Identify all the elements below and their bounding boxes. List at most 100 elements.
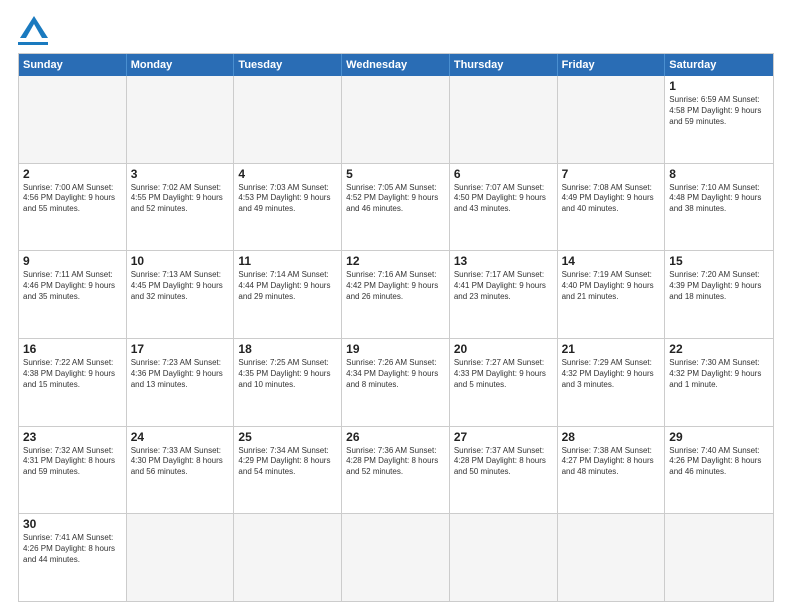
day-number: 13 — [454, 254, 553, 268]
day-number: 8 — [669, 167, 769, 181]
calendar-cell: 25 Sunrise: 7:34 AM Sunset: 4:29 PM Dayli… — [234, 427, 342, 514]
calendar-cell: 17 Sunrise: 7:23 AM Sunset: 4:36 PM Dayli… — [127, 339, 235, 426]
day-number: 9 — [23, 254, 122, 268]
day-info: Sunrise: 7:14 AM Sunset: 4:44 PM Dayligh… — [238, 270, 337, 302]
calendar-cell: 29 Sunrise: 7:40 AM Sunset: 4:26 PM Dayli… — [665, 427, 773, 514]
day-info: Sunrise: 7:33 AM Sunset: 4:30 PM Dayligh… — [131, 446, 230, 478]
calendar-row-2: 9 Sunrise: 7:11 AM Sunset: 4:46 PM Daylig… — [19, 251, 773, 339]
day-info: Sunrise: 7:26 AM Sunset: 4:34 PM Dayligh… — [346, 358, 445, 390]
calendar-cell: 14Sunrise: 7:19 AM Sunset: 4:40 PM Dayli… — [558, 251, 666, 338]
day-number: 19 — [346, 342, 445, 356]
day-number: 18 — [238, 342, 337, 356]
page: SundayMondayTuesdayWednesdayThursdayFrid… — [0, 0, 792, 612]
weekday-header-tuesday: Tuesday — [234, 54, 342, 76]
calendar-cell: 30Sunrise: 7:41 AM Sunset: 4:26 PM Dayli… — [19, 514, 127, 601]
day-info: Sunrise: 7:22 AM Sunset: 4:38 PM Dayligh… — [23, 358, 122, 390]
day-number: 1 — [669, 79, 769, 93]
day-info: Sunrise: 7:25 AM Sunset: 4:35 PM Dayligh… — [238, 358, 337, 390]
calendar-row-0: 1Sunrise: 6:59 AM Sunset: 4:58 PM Daylig… — [19, 76, 773, 164]
calendar-cell: 9 Sunrise: 7:11 AM Sunset: 4:46 PM Daylig… — [19, 251, 127, 338]
weekday-header-wednesday: Wednesday — [342, 54, 450, 76]
calendar-row-3: 16Sunrise: 7:22 AM Sunset: 4:38 PM Dayli… — [19, 339, 773, 427]
calendar-cell: 1Sunrise: 6:59 AM Sunset: 4:58 PM Daylig… — [665, 76, 773, 163]
day-info: Sunrise: 7:07 AM Sunset: 4:50 PM Dayligh… — [454, 183, 553, 215]
calendar-cell — [342, 76, 450, 163]
day-number: 7 — [562, 167, 661, 181]
day-number: 20 — [454, 342, 553, 356]
calendar-cell: 7 Sunrise: 7:08 AM Sunset: 4:49 PM Daylig… — [558, 164, 666, 251]
day-info: Sunrise: 7:00 AM Sunset: 4:56 PM Dayligh… — [23, 183, 122, 215]
day-info: Sunrise: 7:13 AM Sunset: 4:45 PM Dayligh… — [131, 270, 230, 302]
calendar-cell: 13 Sunrise: 7:17 AM Sunset: 4:41 PM Dayli… — [450, 251, 558, 338]
day-info: Sunrise: 7:34 AM Sunset: 4:29 PM Dayligh… — [238, 446, 337, 478]
day-info: Sunrise: 7:10 AM Sunset: 4:48 PM Dayligh… — [669, 183, 769, 215]
calendar-cell — [19, 76, 127, 163]
day-info: Sunrise: 7:17 AM Sunset: 4:41 PM Dayligh… — [454, 270, 553, 302]
calendar-cell: 21 Sunrise: 7:29 AM Sunset: 4:32 PM Dayli… — [558, 339, 666, 426]
day-number: 26 — [346, 430, 445, 444]
day-number: 25 — [238, 430, 337, 444]
day-info: Sunrise: 7:03 AM Sunset: 4:53 PM Dayligh… — [238, 183, 337, 215]
calendar-cell: 26 Sunrise: 7:36 AM Sunset: 4:28 PM Dayli… — [342, 427, 450, 514]
day-info: Sunrise: 7:32 AM Sunset: 4:31 PM Dayligh… — [23, 446, 122, 478]
weekday-header-saturday: Saturday — [665, 54, 773, 76]
calendar-body: 1Sunrise: 6:59 AM Sunset: 4:58 PM Daylig… — [19, 76, 773, 601]
day-info: Sunrise: 7:20 AM Sunset: 4:39 PM Dayligh… — [669, 270, 769, 302]
calendar-cell: 23 Sunrise: 7:32 AM Sunset: 4:31 PM Dayli… — [19, 427, 127, 514]
logo-icon — [20, 16, 48, 38]
calendar-cell: 15 Sunrise: 7:20 AM Sunset: 4:39 PM Dayli… — [665, 251, 773, 338]
day-info: Sunrise: 7:36 AM Sunset: 4:28 PM Dayligh… — [346, 446, 445, 478]
calendar-cell: 18 Sunrise: 7:25 AM Sunset: 4:35 PM Dayli… — [234, 339, 342, 426]
calendar-cell — [127, 76, 235, 163]
calendar-cell — [450, 76, 558, 163]
day-number: 4 — [238, 167, 337, 181]
day-info: Sunrise: 7:29 AM Sunset: 4:32 PM Dayligh… — [562, 358, 661, 390]
day-info: Sunrise: 7:27 AM Sunset: 4:33 PM Dayligh… — [454, 358, 553, 390]
day-number: 23 — [23, 430, 122, 444]
day-number: 15 — [669, 254, 769, 268]
calendar-cell: 6 Sunrise: 7:07 AM Sunset: 4:50 PM Daylig… — [450, 164, 558, 251]
day-number: 2 — [23, 167, 122, 181]
calendar-cell: 24 Sunrise: 7:33 AM Sunset: 4:30 PM Dayli… — [127, 427, 235, 514]
calendar-cell — [234, 76, 342, 163]
day-number: 24 — [131, 430, 230, 444]
day-info: Sunrise: 7:08 AM Sunset: 4:49 PM Dayligh… — [562, 183, 661, 215]
calendar-cell: 16Sunrise: 7:22 AM Sunset: 4:38 PM Dayli… — [19, 339, 127, 426]
day-info: Sunrise: 7:11 AM Sunset: 4:46 PM Dayligh… — [23, 270, 122, 302]
day-number: 17 — [131, 342, 230, 356]
day-number: 10 — [131, 254, 230, 268]
day-info: Sunrise: 7:23 AM Sunset: 4:36 PM Dayligh… — [131, 358, 230, 390]
calendar-cell: 10 Sunrise: 7:13 AM Sunset: 4:45 PM Dayli… — [127, 251, 235, 338]
calendar-row-5: 30Sunrise: 7:41 AM Sunset: 4:26 PM Dayli… — [19, 514, 773, 601]
calendar-cell — [342, 514, 450, 601]
day-info: Sunrise: 7:30 AM Sunset: 4:32 PM Dayligh… — [669, 358, 769, 390]
day-number: 14 — [562, 254, 661, 268]
calendar-row-1: 2 Sunrise: 7:00 AM Sunset: 4:56 PM Daylig… — [19, 164, 773, 252]
calendar-cell: 28 Sunrise: 7:38 AM Sunset: 4:27 PM Dayli… — [558, 427, 666, 514]
day-number: 5 — [346, 167, 445, 181]
day-info: Sunrise: 7:05 AM Sunset: 4:52 PM Dayligh… — [346, 183, 445, 215]
day-number: 6 — [454, 167, 553, 181]
day-number: 21 — [562, 342, 661, 356]
weekday-header-monday: Monday — [127, 54, 235, 76]
day-number: 30 — [23, 517, 122, 531]
calendar-cell — [234, 514, 342, 601]
logo-text — [18, 18, 48, 40]
calendar-cell: 4 Sunrise: 7:03 AM Sunset: 4:53 PM Daylig… — [234, 164, 342, 251]
calendar-cell: 12Sunrise: 7:16 AM Sunset: 4:42 PM Dayli… — [342, 251, 450, 338]
calendar-cell: 8 Sunrise: 7:10 AM Sunset: 4:48 PM Daylig… — [665, 164, 773, 251]
calendar-cell: 2 Sunrise: 7:00 AM Sunset: 4:56 PM Daylig… — [19, 164, 127, 251]
day-info: Sunrise: 7:40 AM Sunset: 4:26 PM Dayligh… — [669, 446, 769, 478]
day-number: 12 — [346, 254, 445, 268]
day-info: Sunrise: 7:02 AM Sunset: 4:55 PM Dayligh… — [131, 183, 230, 215]
calendar-cell — [127, 514, 235, 601]
calendar-cell — [558, 514, 666, 601]
calendar-cell: 22Sunrise: 7:30 AM Sunset: 4:32 PM Dayli… — [665, 339, 773, 426]
day-info: Sunrise: 7:38 AM Sunset: 4:27 PM Dayligh… — [562, 446, 661, 478]
day-number: 29 — [669, 430, 769, 444]
calendar-cell: 5 Sunrise: 7:05 AM Sunset: 4:52 PM Daylig… — [342, 164, 450, 251]
weekday-header-sunday: Sunday — [19, 54, 127, 76]
day-number: 28 — [562, 430, 661, 444]
calendar: SundayMondayTuesdayWednesdayThursdayFrid… — [18, 53, 774, 602]
calendar-row-4: 23 Sunrise: 7:32 AM Sunset: 4:31 PM Dayli… — [19, 427, 773, 515]
